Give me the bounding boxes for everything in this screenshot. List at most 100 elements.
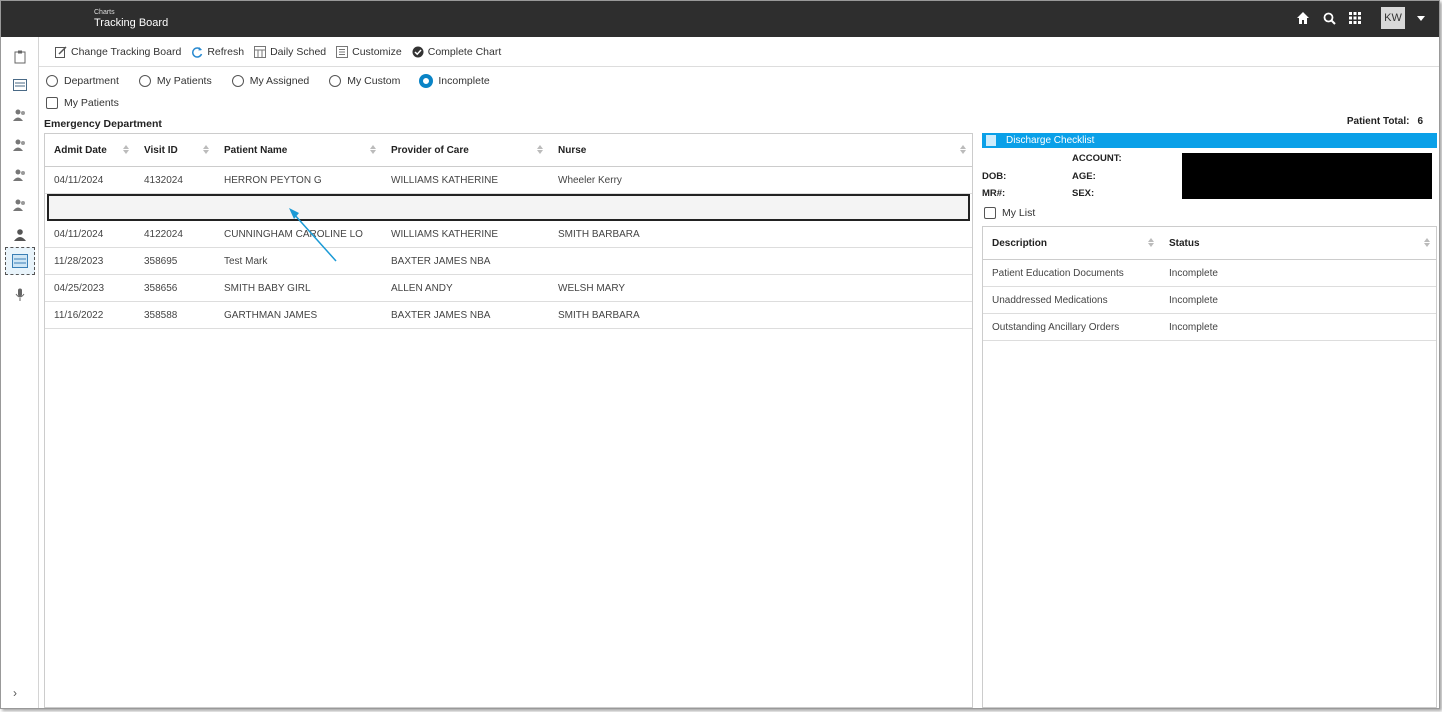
users-group-icon[interactable] [9,135,31,155]
checklist-row[interactable]: Unaddressed Medications Incomplete [983,287,1436,314]
complete-chart-label: Complete Chart [427,45,502,58]
sort-icon [370,145,376,154]
table-row-selected[interactable] [47,194,970,221]
radio-circle [329,75,342,87]
clipboard-icon[interactable] [9,47,31,67]
sort-icon [960,145,966,154]
discharge-checklist-header: Discharge Checklist [982,133,1437,148]
col-nurse-label: Nurse [558,144,587,156]
col-patient-name[interactable]: Patient Name [215,134,382,166]
col-description[interactable]: Description [983,227,1160,259]
customize-label: Customize [352,45,402,58]
cell-nurse: SMITH BARBARA [558,309,640,321]
user-avatar[interactable]: KW [1381,7,1405,29]
tracking-board-icon[interactable] [5,247,35,275]
cell-patient-name: GARTHMAN JAMES [224,309,318,321]
sex-label: SEX: [1072,188,1095,199]
radio-department[interactable]: Department [46,75,119,87]
radio-circle [138,75,151,87]
radio-circle [46,75,58,87]
change-tracking-board-button[interactable]: Change Tracking Board [55,46,181,58]
schedule-icon [254,45,267,58]
change-tracking-board-label: Change Tracking Board [71,45,182,58]
cell-nurse: Wheeler Kerry [558,174,622,186]
my-list-checkbox[interactable]: My List [984,207,1035,219]
cell-status: Incomplete [1169,267,1218,279]
cell-status: Incomplete [1169,294,1218,306]
person-icon[interactable] [9,225,31,245]
cell-status: Incomplete [1169,321,1218,333]
patient-table: Admit Date Visit ID Patient Name Provide… [44,133,973,708]
patient-info: ACCOUNT: DOB: AGE: MR#: SEX: [982,151,1437,201]
dob-label: DOB: [982,171,1007,182]
cell-provider: BAXTER JAMES NBA [391,309,491,321]
patients-icon[interactable] [9,165,31,185]
user-menu-caret-icon[interactable] [1417,15,1425,21]
table-row[interactable]: 04/25/2023 358656 SMITH BABY GIRL ALLEN … [45,275,972,302]
col-nurse[interactable]: Nurse [549,134,972,166]
cell-nurse: SMITH BARBARA [558,228,640,240]
table-header: Admit Date Visit ID Patient Name Provide… [45,134,972,167]
app-section-label: Charts [94,9,115,16]
table-row[interactable]: 04/11/2024 4132024 HERRON PEYTON G WILLI… [45,167,972,194]
edit-board-icon [55,45,67,58]
home-icon[interactable] [1295,10,1311,26]
apps-grid-icon[interactable] [1347,10,1363,26]
age-field: AGE: [1072,171,1096,182]
radio-my-custom[interactable]: My Custom [329,75,400,87]
table-row[interactable]: 11/28/2023 358695 Test Mark BAXTER JAMES… [45,248,972,275]
radio-department-label: Department [64,75,119,87]
microphone-icon[interactable] [9,285,31,305]
cell-patient-name: HERRON PEYTON G [224,174,322,186]
cell-visit-id: 358656 [144,282,178,294]
col-provider-label: Provider of Care [391,144,469,156]
checklist-table: Description Status Patient Education Doc… [982,226,1437,708]
patient-total-label: Patient Total: [1346,116,1410,127]
patient-total: Patient Total: 6 [1347,116,1423,127]
discharge-checklist-title: Discharge Checklist [1006,135,1095,146]
col-provider[interactable]: Provider of Care [382,134,549,166]
top-icons: KW [1295,7,1425,29]
col-status[interactable]: Status [1160,227,1436,259]
sort-icon [537,145,543,154]
cell-admit-date: 04/11/2024 [54,228,104,240]
cell-provider: WILLIAMS KATHERINE [391,174,499,186]
checklist-row[interactable]: Outstanding Ancillary Orders Incomplete [983,314,1436,341]
check-circle-icon [412,46,424,57]
radio-my-patients[interactable]: My Patients [138,75,212,87]
staff-icon[interactable] [9,195,31,215]
table-row[interactable]: 11/16/2022 358588 GARTHMAN JAMES BAXTER … [45,302,972,329]
cell-nurse: WELSH MARY [558,282,626,294]
left-nav-rail: › [1,37,39,708]
table-row[interactable]: 04/11/2024 4122024 CUNNINGHAM CAROLINE L… [45,221,972,248]
daily-sched-label: Daily Sched [270,45,327,58]
col-visit-id[interactable]: Visit ID [135,134,215,166]
callout-arrow-icon [289,208,337,262]
daily-sched-button[interactable]: Daily Sched [254,45,327,58]
radio-circle [231,75,244,87]
cell-patient-name: SMITH BABY GIRL [224,282,311,294]
radio-incomplete[interactable]: Incomplete [420,75,490,87]
customize-icon [336,45,349,58]
cell-visit-id: 4132024 [144,174,183,186]
refresh-label: Refresh [207,45,245,58]
mr-field: MR#: [982,188,1005,199]
sort-icon [203,145,209,154]
sort-icon [1148,238,1154,247]
cell-admit-date: 11/28/2023 [54,255,104,267]
my-patients-checkbox[interactable]: My Patients [46,97,119,109]
customize-button[interactable]: Customize [336,45,402,58]
expand-rail-icon[interactable]: › [13,686,17,700]
users-icon[interactable] [9,105,31,125]
refresh-button[interactable]: Refresh [191,46,244,58]
patient-total-value: 6 [1417,116,1423,127]
radio-my-assigned[interactable]: My Assigned [231,75,309,87]
radio-incomplete-label: Incomplete [438,75,490,87]
checklist-row[interactable]: Patient Education Documents Incomplete [983,260,1436,287]
search-icon[interactable] [1321,10,1337,26]
radio-my-patients-label: My Patients [156,75,212,87]
col-admit-date[interactable]: Admit Date [45,134,135,166]
complete-chart-button[interactable]: Complete Chart [412,45,502,58]
toolbar: Change Tracking Board Refresh Daily Sche… [39,37,1439,67]
board-icon[interactable] [9,75,31,95]
